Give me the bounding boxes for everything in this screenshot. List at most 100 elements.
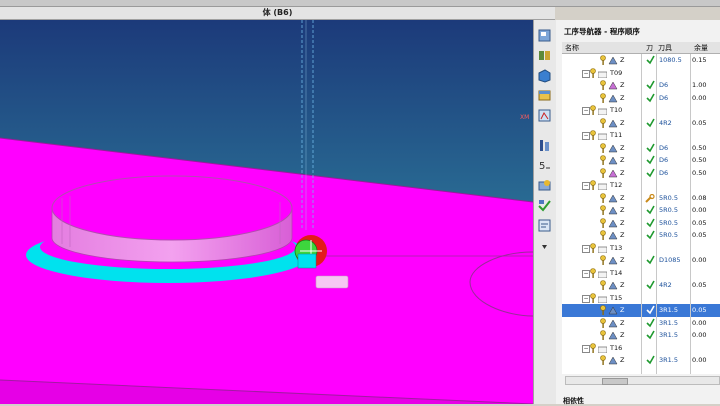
stock-value: 0.15 xyxy=(692,56,707,64)
expand-toggle-icon[interactable]: − xyxy=(582,69,590,78)
tool-name: 5R0.5 xyxy=(659,193,678,202)
operation-name: T14 xyxy=(610,268,623,277)
operation-name: Z xyxy=(620,56,625,64)
roles-icon[interactable] xyxy=(537,178,552,193)
expand-toggle-icon[interactable]: − xyxy=(582,344,590,353)
tool-name: 5R0.5 xyxy=(659,206,678,214)
tool-name: D6 xyxy=(659,168,669,177)
axis-label: XM xyxy=(520,114,530,121)
column-divider xyxy=(656,54,657,374)
tool-name: 1080.5 xyxy=(659,56,682,64)
stock-value: 0.00 xyxy=(692,93,707,102)
expand-toggle-icon[interactable]: − xyxy=(582,269,590,278)
operation-name: Z xyxy=(620,81,625,89)
column-path[interactable]: 刀 xyxy=(646,43,653,53)
operation-name: Z xyxy=(620,118,625,127)
part-navigator-icon[interactable] xyxy=(537,68,552,83)
tool-name: 3R1.5 xyxy=(659,306,678,314)
machine-tool-navigator-icon[interactable]: 5 xyxy=(537,158,552,173)
column-name[interactable]: 名称 xyxy=(565,43,579,53)
operation-name: Z xyxy=(620,256,625,264)
tool-name: 4R2 xyxy=(659,118,672,127)
stock-value: 0.00 xyxy=(692,206,707,214)
stock-value: 0.00 xyxy=(692,256,707,264)
expand-toggle-icon[interactable]: − xyxy=(582,132,590,140)
tool-name: 4R2 xyxy=(659,281,672,289)
stock-value: 0.50 xyxy=(692,168,707,177)
stock-value: 0.00 xyxy=(692,318,707,327)
navigator-title: 工序导航器 - 程序顺序 xyxy=(564,27,640,36)
system-materials-icon[interactable] xyxy=(537,198,552,213)
operation-name: Z xyxy=(620,168,625,177)
operation-name: Z xyxy=(620,306,625,314)
expand-toggle-icon[interactable]: − xyxy=(582,107,590,115)
web-browser-icon[interactable] xyxy=(537,218,552,233)
tool-name: D6 xyxy=(659,156,669,164)
stock-value: 1.00 xyxy=(692,81,707,89)
operation-name: T13 xyxy=(610,243,623,252)
operation-navigator-icon[interactable] xyxy=(537,108,552,123)
column-divider xyxy=(641,54,642,374)
operation-name: T15 xyxy=(610,293,623,302)
column-divider xyxy=(690,54,691,374)
scrollbar-thumb[interactable] xyxy=(602,378,628,385)
stock-value: 0.05 xyxy=(692,231,707,239)
operation-name: T10 xyxy=(610,106,623,114)
collapse-arrow-icon[interactable] xyxy=(537,240,552,255)
tool-name: D1085 xyxy=(659,256,681,264)
tool-name: 5R0.5 xyxy=(659,218,678,227)
history-icon[interactable] xyxy=(537,138,552,153)
stock-value: 0.50 xyxy=(692,143,707,152)
operation-icon xyxy=(608,356,618,370)
stock-value: 0.00 xyxy=(692,356,707,364)
navigator-column-header: 名称 刀 刀具 余量 xyxy=(562,42,720,54)
expand-toggle-icon[interactable]: − xyxy=(582,244,590,253)
column-stock[interactable]: 余量 xyxy=(694,43,708,53)
operation-name: Z xyxy=(620,281,625,289)
graphics-viewport[interactable]: XM xyxy=(0,20,533,404)
tool-name: 3R1.5 xyxy=(659,318,678,327)
tool-name: D6 xyxy=(659,143,669,152)
operation-name: Z xyxy=(620,93,625,102)
tool-name: 3R1.5 xyxy=(659,331,678,339)
expand-toggle-icon[interactable]: − xyxy=(582,294,590,303)
tool-holder-tag xyxy=(297,253,317,269)
column-tool[interactable]: 刀具 xyxy=(658,43,672,53)
expand-toggle-icon[interactable]: − xyxy=(582,182,590,190)
horizontal-scrollbar[interactable] xyxy=(565,376,720,385)
operation-name: Z xyxy=(620,356,625,364)
stock-value: 0.08 xyxy=(692,193,707,202)
operation-name: Z xyxy=(620,206,625,214)
complete-check-icon xyxy=(646,355,655,370)
resource-bar: 5 xyxy=(533,20,557,404)
operation-name: T09 xyxy=(610,68,623,77)
tool-name: D6 xyxy=(659,93,669,102)
reuse-library-icon[interactable] xyxy=(537,88,552,103)
operation-name: T12 xyxy=(610,181,623,189)
stock-value: 0.05 xyxy=(692,281,707,289)
tool-name: D6 xyxy=(659,81,669,89)
operation-name: Z xyxy=(620,193,625,202)
stock-value: 0.00 xyxy=(692,331,707,339)
tool-name: 3R1.5 xyxy=(659,356,678,364)
scene-svg[interactable] xyxy=(0,20,533,404)
stock-value: 0.05 xyxy=(692,218,707,227)
operation-name: Z xyxy=(620,156,625,164)
operation-name: Z xyxy=(620,143,625,152)
boss-top-face xyxy=(51,175,293,241)
dependencies-label: 相依性 xyxy=(563,397,584,405)
viewport-title: 体 (B6) xyxy=(0,7,555,20)
operation-name: T16 xyxy=(610,343,623,352)
constraint-navigator-icon[interactable] xyxy=(537,48,552,63)
operation-name: T11 xyxy=(610,131,623,139)
stock-value: 0.05 xyxy=(692,306,707,314)
status-key-icon xyxy=(600,355,606,370)
assembly-navigator-icon[interactable] xyxy=(537,28,552,43)
stock-value: 0.50 xyxy=(692,156,707,164)
operation-name: Z xyxy=(620,218,625,227)
operation-name: Z xyxy=(620,318,625,327)
stock-value: 0.05 xyxy=(692,118,707,127)
tooltip-box xyxy=(315,275,349,289)
operation-name: Z xyxy=(620,231,625,239)
top-toolbar xyxy=(0,0,720,7)
